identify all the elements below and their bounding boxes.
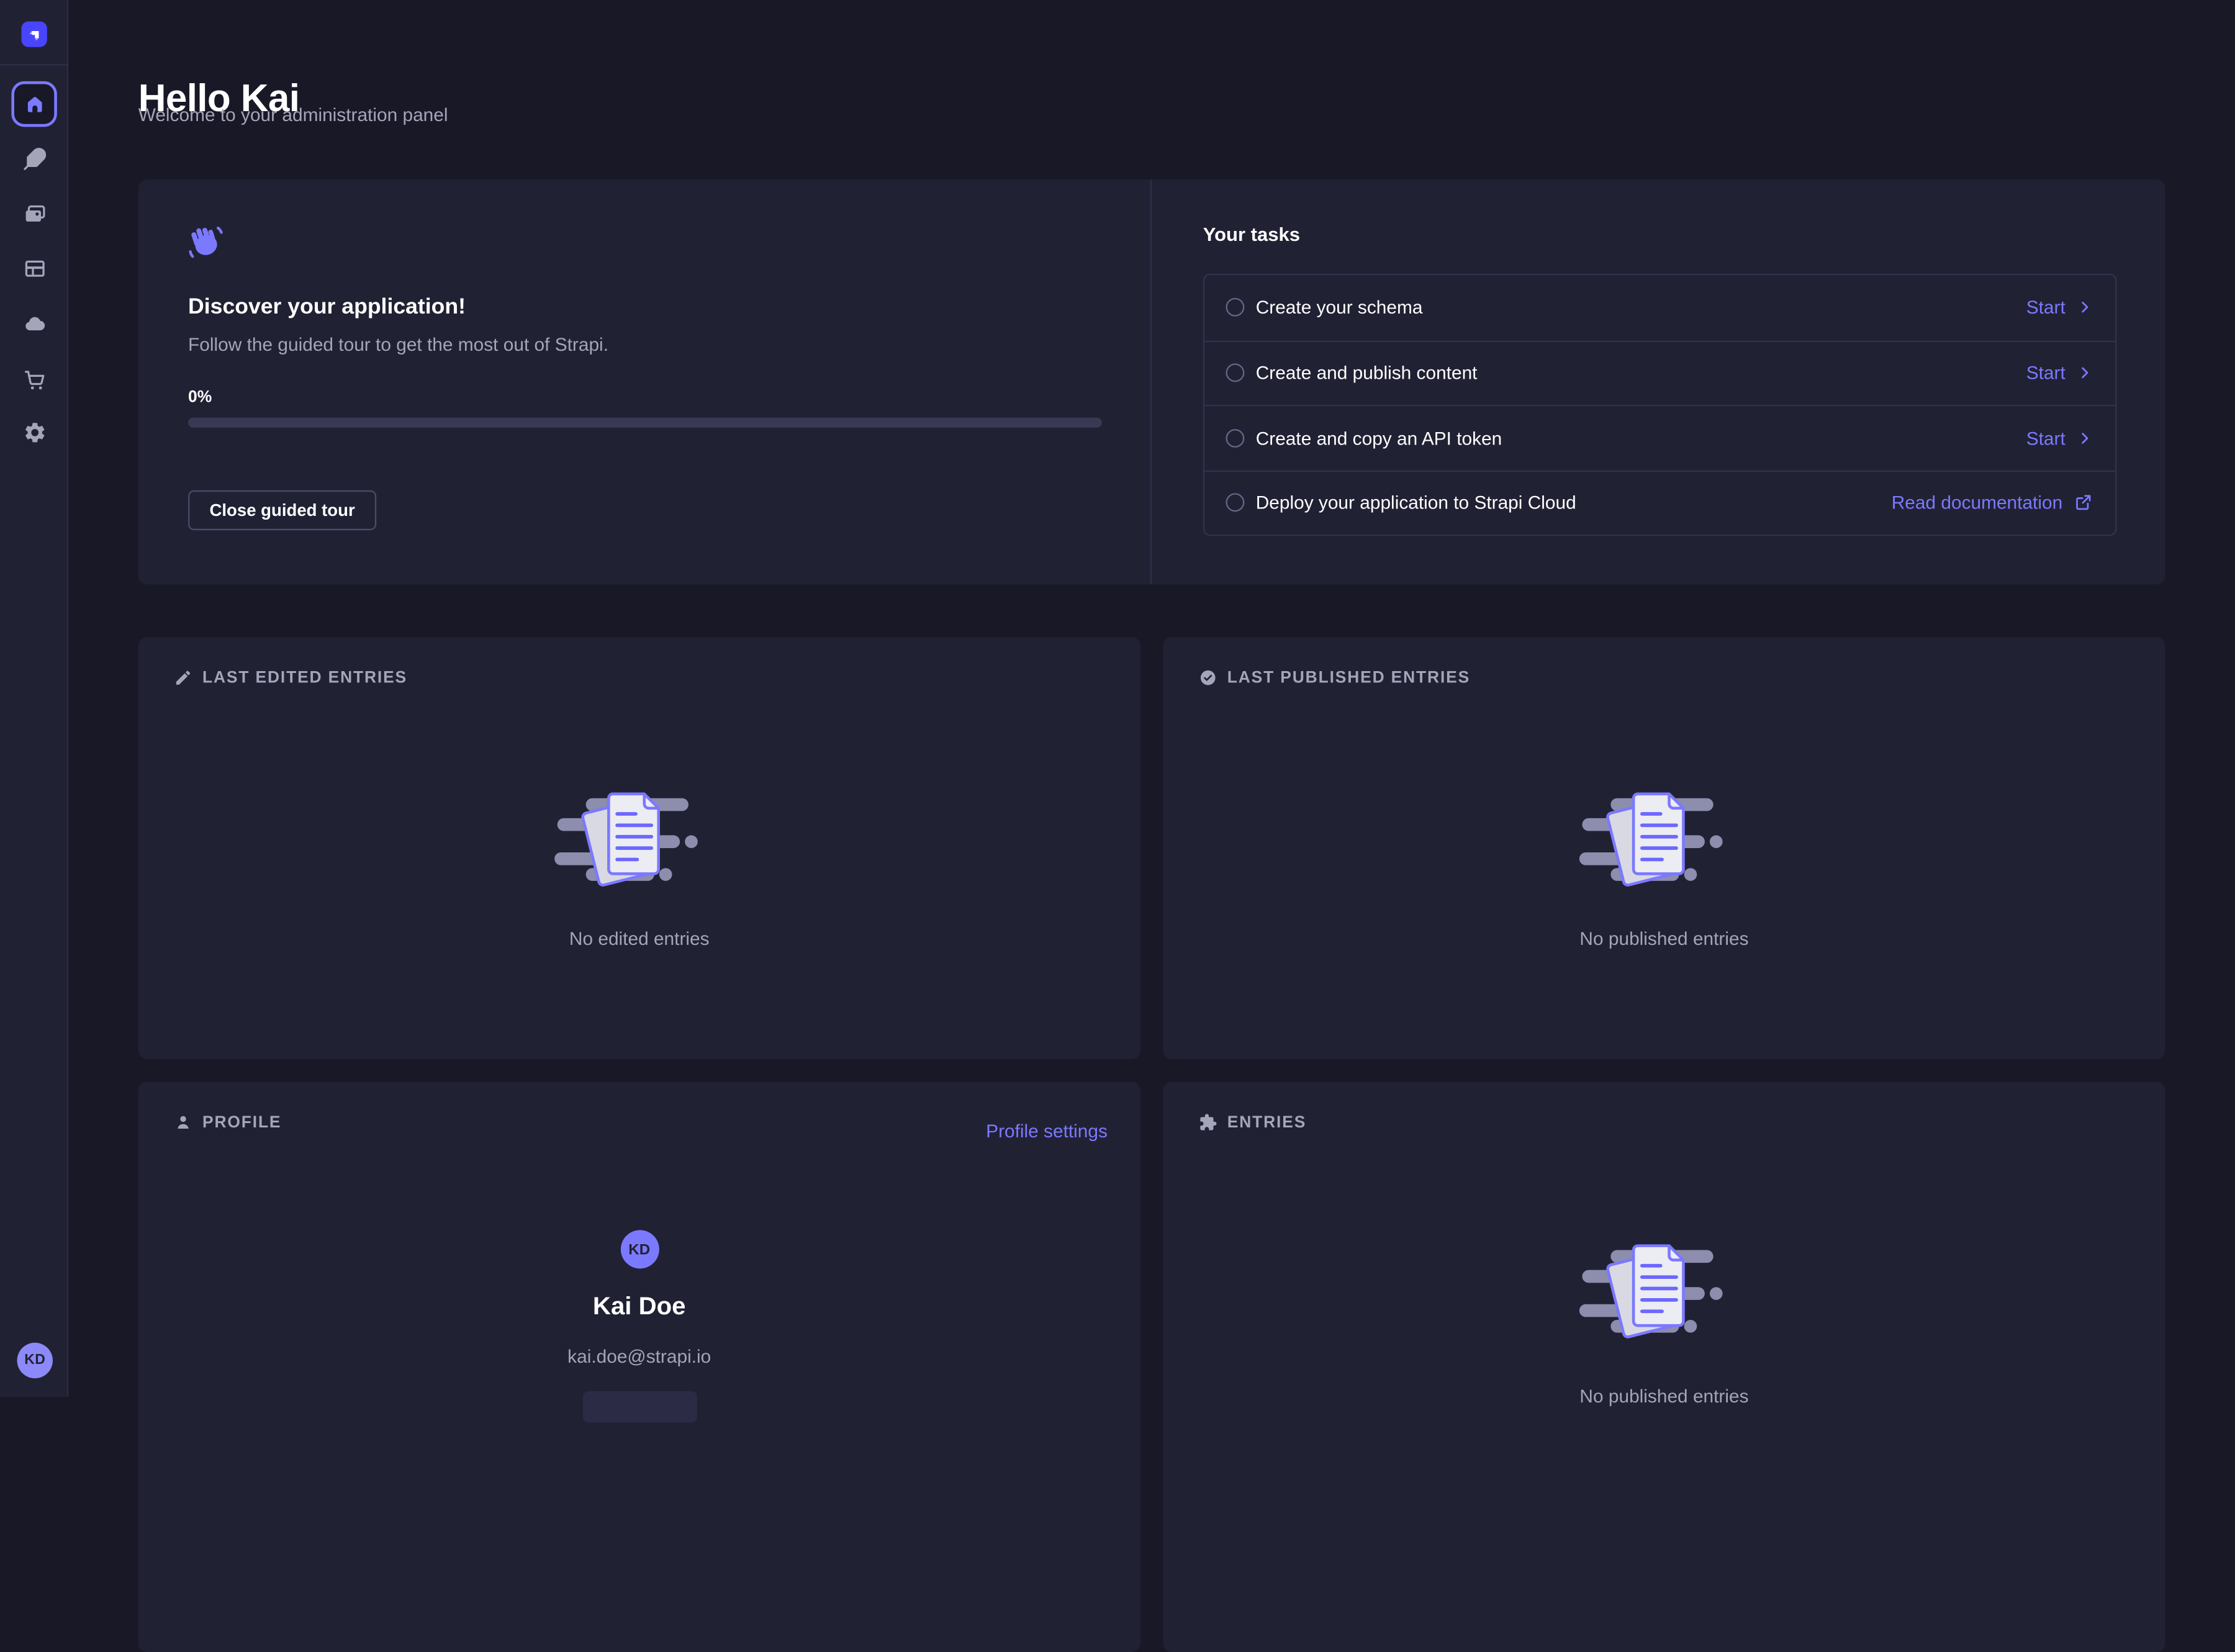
sidebar-item-home[interactable]	[11, 81, 56, 127]
profile-name: Kai Doe	[138, 1291, 1140, 1321]
empty-documents-illustration	[1579, 1242, 1750, 1347]
task-status-circle	[1226, 494, 1244, 512]
guided-tour-title: Discover your application!	[188, 295, 466, 320]
sidebar-item-content-type-builder[interactable]	[22, 256, 47, 281]
task-status-circle	[1226, 298, 1244, 317]
card-title: PROFILE	[202, 1114, 281, 1131]
puzzle-icon	[1199, 1113, 1217, 1132]
pencil-icon	[174, 669, 192, 687]
profile-card: PROFILE Profile settings KD Kai Doe kai.…	[138, 1082, 1140, 1652]
entries-card: ENTRIES No published entries	[1163, 1082, 2165, 1652]
gear-icon	[22, 420, 47, 445]
sidebar-item-settings[interactable]	[22, 420, 47, 445]
read-documentation-link[interactable]: Read documentation	[1892, 492, 2093, 513]
card-header: LAST PUBLISHED ENTRIES	[1199, 669, 1470, 687]
card-title: ENTRIES	[1227, 1114, 1306, 1131]
role-badge	[582, 1391, 697, 1423]
strapi-logo[interactable]	[21, 21, 47, 47]
empty-documents-illustration	[1579, 790, 1750, 895]
profile-avatar: KD	[620, 1230, 659, 1268]
task-label: Create and copy an API token	[1256, 427, 1502, 448]
external-link-icon	[2074, 494, 2093, 512]
chevron-right-icon	[2077, 300, 2092, 315]
task-status-circle	[1226, 364, 1244, 382]
task-start-link[interactable]: Start	[2026, 297, 2093, 318]
person-icon	[174, 1113, 192, 1132]
task-start-link[interactable]: Start	[2026, 363, 2093, 384]
card-header: LAST EDITED ENTRIES	[174, 669, 407, 687]
check-circle-icon	[1199, 669, 1217, 687]
empty-state-text: No published entries	[1163, 1386, 2165, 1407]
cart-icon	[22, 367, 47, 391]
sidebar-item-content-manager[interactable]	[22, 146, 47, 170]
sidebar: KD	[0, 0, 68, 1397]
task-start-link[interactable]: Start	[2026, 427, 2093, 448]
task-label: Deploy your application to Strapi Cloud	[1256, 492, 1576, 513]
profile-settings-link[interactable]: Profile settings	[986, 1121, 1108, 1142]
chevron-right-icon	[2077, 365, 2092, 381]
empty-state-text: No published entries	[1163, 928, 2165, 949]
layout-icon	[22, 256, 47, 281]
card-header: ENTRIES	[1199, 1113, 1306, 1132]
task-label: Create and publish content	[1256, 363, 1478, 384]
guided-tour-progress-label: 0%	[188, 389, 212, 407]
guided-tour-panel: Discover your application! Follow the gu…	[138, 179, 1152, 584]
profile-email: kai.doe@strapi.io	[138, 1345, 1140, 1366]
card-header: PROFILE	[174, 1113, 281, 1132]
media-library-icon	[22, 202, 47, 226]
tasks-title: Your tasks	[1203, 223, 1300, 245]
chevron-right-icon	[2077, 430, 2092, 446]
strapi-admin-dashboard: KD Hello Kai Welcome to your administrat…	[0, 0, 2235, 1397]
guided-tour-card: Discover your application! Follow the gu…	[138, 179, 2165, 584]
task-row-create-schema: Create your schema Start	[1204, 275, 2115, 340]
sidebar-separator	[0, 64, 68, 65]
user-avatar[interactable]: KD	[17, 1343, 53, 1378]
task-status-circle	[1226, 428, 1244, 447]
last-edited-entries-card: LAST EDITED ENTRIES No edited entries	[138, 637, 1140, 1059]
home-icon	[22, 92, 47, 116]
card-title: LAST PUBLISHED ENTRIES	[1227, 669, 1470, 687]
sidebar-item-marketplace[interactable]	[22, 367, 47, 391]
sidebar-item-media-library[interactable]	[22, 202, 47, 226]
empty-documents-illustration	[554, 790, 725, 895]
cloud-icon	[22, 312, 47, 336]
task-row-deploy-cloud: Deploy your application to Strapi Cloud …	[1204, 470, 2115, 535]
strapi-logo-icon	[25, 25, 43, 43]
close-guided-tour-button[interactable]: Close guided tour	[188, 490, 376, 530]
tasks-list: Create your schema Start Create and publ…	[1203, 274, 2117, 536]
sidebar-item-cloud[interactable]	[22, 312, 47, 336]
feather-icon	[22, 146, 47, 170]
empty-state-text: No edited entries	[138, 928, 1140, 949]
waving-hand-icon	[187, 223, 225, 261]
task-row-api-token: Create and copy an API token Start	[1204, 405, 2115, 469]
last-published-entries-card: LAST PUBLISHED ENTRIES No published entr…	[1163, 637, 2165, 1059]
guided-tour-progress-bar	[188, 418, 1102, 428]
page-subtitle: Welcome to your administration panel	[138, 104, 448, 125]
task-row-publish-content: Create and publish content Start	[1204, 340, 2115, 405]
task-label: Create your schema	[1256, 297, 1423, 318]
guided-tour-subtitle: Follow the guided tour to get the most o…	[188, 333, 608, 354]
card-title: LAST EDITED ENTRIES	[202, 669, 407, 687]
